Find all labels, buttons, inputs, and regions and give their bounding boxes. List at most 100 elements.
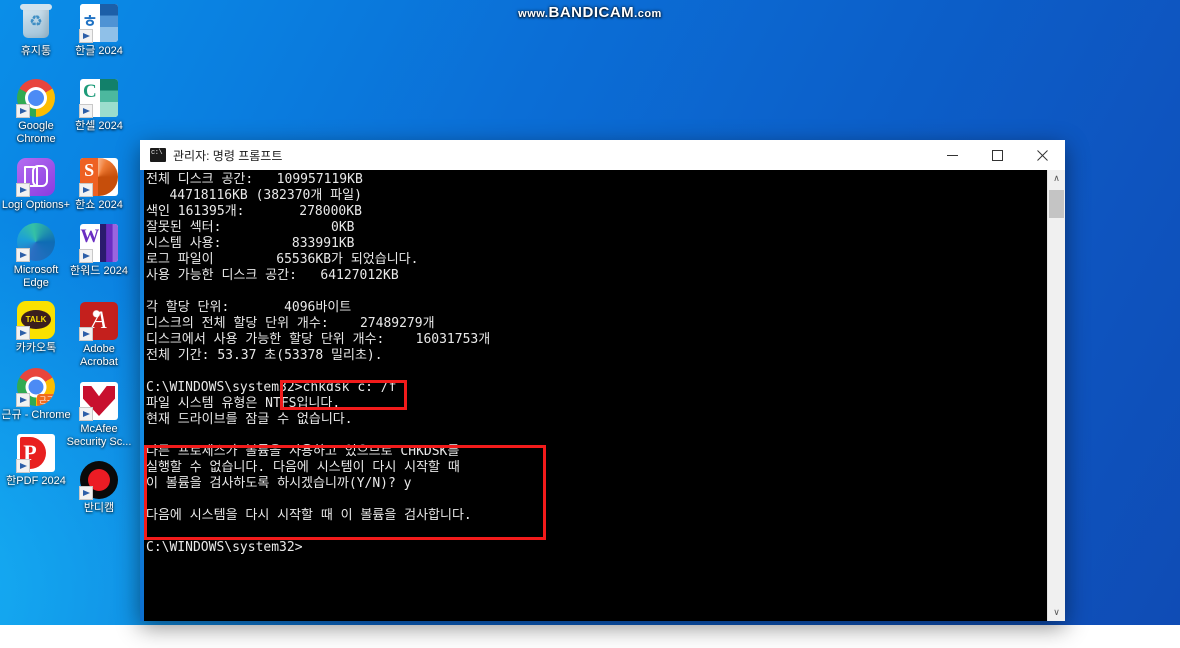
console-line: 실행할 수 없습니다. 다음에 시스템이 다시 시작할 때 [146,460,460,475]
console-line: 사용 가능한 디스크 공간: 64127012KB [146,268,399,283]
console-scrollbar[interactable]: ∧ ∨ [1047,170,1065,621]
shortcut-arrow-icon [16,459,30,473]
desktop-icon-label: 한워드 2024 [70,265,128,277]
desktop-icon-kakaotalk[interactable]: 카카오톡 [0,301,72,355]
minimize-button[interactable] [930,140,975,170]
console-line: 각 할당 단위: 4096바이트 [146,300,352,315]
desktop-icon-column-1: 휴지통 Google Chrome Logi Options+ Microsof… [0,0,72,498]
console-line: 다른 프로세스가 볼륨을 사용하고 있으므로 CHKDSK를 [146,444,460,459]
desktop-icon-chrome-profile[interactable]: 근규 근규 - Chrome [0,368,72,422]
scroll-up-button[interactable]: ∧ [1048,170,1065,187]
google-chrome-icon [16,79,55,118]
window-titlebar[interactable]: 관리자: 명령 프롬프트 [140,140,1065,171]
watermark-brand: BANDICAM [548,4,635,21]
console-lines: 전체 디스크 공간: 109957119KB 44718116KB (38237… [146,172,1047,556]
hangul-word-icon [79,4,118,43]
desktop-icon-label: 카카오톡 [15,342,57,354]
console-line: 44718116KB (382370개 파일) [146,188,362,203]
console-line: 색인 161395개: 278000KB [146,204,362,219]
desktop-icon-label: McAfee Security Sc... [66,423,132,448]
hanshow-icon [79,158,118,197]
desktop-icon-hanpdf[interactable]: 한PDF 2024 [0,434,72,488]
desktop-icon-label: Google Chrome [16,120,56,145]
shortcut-arrow-icon [79,327,93,341]
console-output[interactable]: 전체 디스크 공간: 109957119KB 44718116KB (38237… [144,170,1047,621]
desktop-icon-google-chrome[interactable]: Google Chrome [0,79,72,146]
desktop-icon-hancell-2024[interactable]: 한셀 2024 [63,79,135,133]
console-line: 이 볼륨을 검사하도록 하시겠습니까(Y/N)? y [146,476,412,491]
maximize-button[interactable] [975,140,1020,170]
console-line: 시스템 사용: 833991KB [146,236,355,251]
close-button[interactable] [1020,140,1065,170]
desktop-icon-recycle-bin[interactable]: 휴지통 [0,4,72,58]
shortcut-arrow-icon [79,407,93,421]
scrollbar-thumb[interactable] [1049,190,1064,218]
console-line: 디스크에서 사용 가능한 할당 단위 개수: 16031753개 [146,332,491,347]
watermark-prefix: www. [518,8,549,20]
console-line: 잘못된 섹터: 0KB [146,220,355,235]
shortcut-arrow-icon [16,104,30,118]
minimize-icon [947,154,958,156]
mcafee-icon [79,382,118,421]
desktop-icon-label: 한PDF 2024 [6,475,66,487]
desktop-icon-adobe-acrobat[interactable]: Adobe Acrobat [63,302,135,369]
screen-root: www.BANDICAM.com 휴지통 Google Chrome Logi … [0,0,1180,648]
bandicam-icon [79,461,118,500]
shortcut-arrow-icon [79,249,93,263]
recycle-bin-icon [17,4,55,42]
desktop-icon-microsoft-edge[interactable]: Microsoft Edge [0,223,72,290]
desktop-icon-label: Microsoft Edge [13,264,59,289]
command-prompt-icon [150,148,166,162]
shortcut-arrow-icon [16,183,30,197]
console-line: 로그 파일이 65536KB가 되었습니다. [146,252,419,267]
hanpdf-icon [16,434,55,473]
taskbar-strip [0,625,1180,648]
console-line: 파일 시스템 유형은 NTFS입니다. [146,396,341,411]
console-line: 현재 드라이브를 잠글 수 없습니다. [146,412,353,427]
desktop-icon-label: 한쇼 2024 [75,199,123,211]
logi-options-icon [16,158,55,197]
console-line: 다음에 시스템을 다시 시작할 때 이 볼륨을 검사합니다. [146,508,472,523]
console-body: 전체 디스크 공간: 109957119KB 44718116KB (38237… [140,170,1065,621]
shortcut-arrow-icon [16,248,30,262]
watermark-suffix: .com [634,8,662,20]
hancell-icon [79,79,118,118]
console-line: C:\WINDOWS\system32>chkdsk c: /f [146,380,397,395]
desktop-icon-hanshow-2024[interactable]: 한쇼 2024 [63,158,135,212]
desktop-icon-hangul-2024[interactable]: 한글 2024 [63,4,135,58]
scroll-down-button[interactable]: ∨ [1048,604,1065,621]
shortcut-arrow-icon [79,486,93,500]
console-line: 전체 기간: 53.37 초(53378 밀리초). [146,348,383,363]
chrome-profile-icon: 근규 [16,368,55,407]
window-title: 관리자: 명령 프롬프트 [173,148,283,163]
kakaotalk-icon [16,301,55,340]
desktop-icon-label: 휴지통 [20,45,52,57]
shortcut-arrow-icon [79,29,93,43]
console-line: 디스크의 전체 할당 단위 개수: 27489279개 [146,316,435,331]
desktop-icon-logi-options[interactable]: Logi Options+ [0,158,72,212]
desktop-icon-label: 근규 - Chrome [1,409,71,421]
desktop-icon-label: 반디캠 [83,502,115,514]
command-prompt-window[interactable]: 관리자: 명령 프롬프트 전체 디스크 공간: 109957119KB 4471… [140,140,1065,621]
console-line: 전체 디스크 공간: 109957119KB [146,172,363,187]
desktop-icon-bandicam[interactable]: 반디캠 [63,461,135,515]
adobe-acrobat-icon [79,302,118,341]
hanword-icon [79,224,118,263]
desktop-icon-hanword-2024[interactable]: 한워드 2024 [63,224,135,278]
microsoft-edge-icon [16,223,55,262]
desktop-icon-label: Logi Options+ [1,199,71,211]
shortcut-arrow-icon [79,104,93,118]
desktop-icon-label: Adobe Acrobat [80,343,118,368]
shortcut-arrow-icon [79,183,93,197]
close-icon [1037,149,1048,161]
desktop-icon-label: 한글 2024 [75,45,123,57]
shortcut-arrow-icon [16,393,30,407]
desktop-icon-label: 한셀 2024 [75,120,123,132]
desktop-icon-mcafee[interactable]: McAfee Security Sc... [63,382,135,449]
maximize-icon [992,149,1003,161]
